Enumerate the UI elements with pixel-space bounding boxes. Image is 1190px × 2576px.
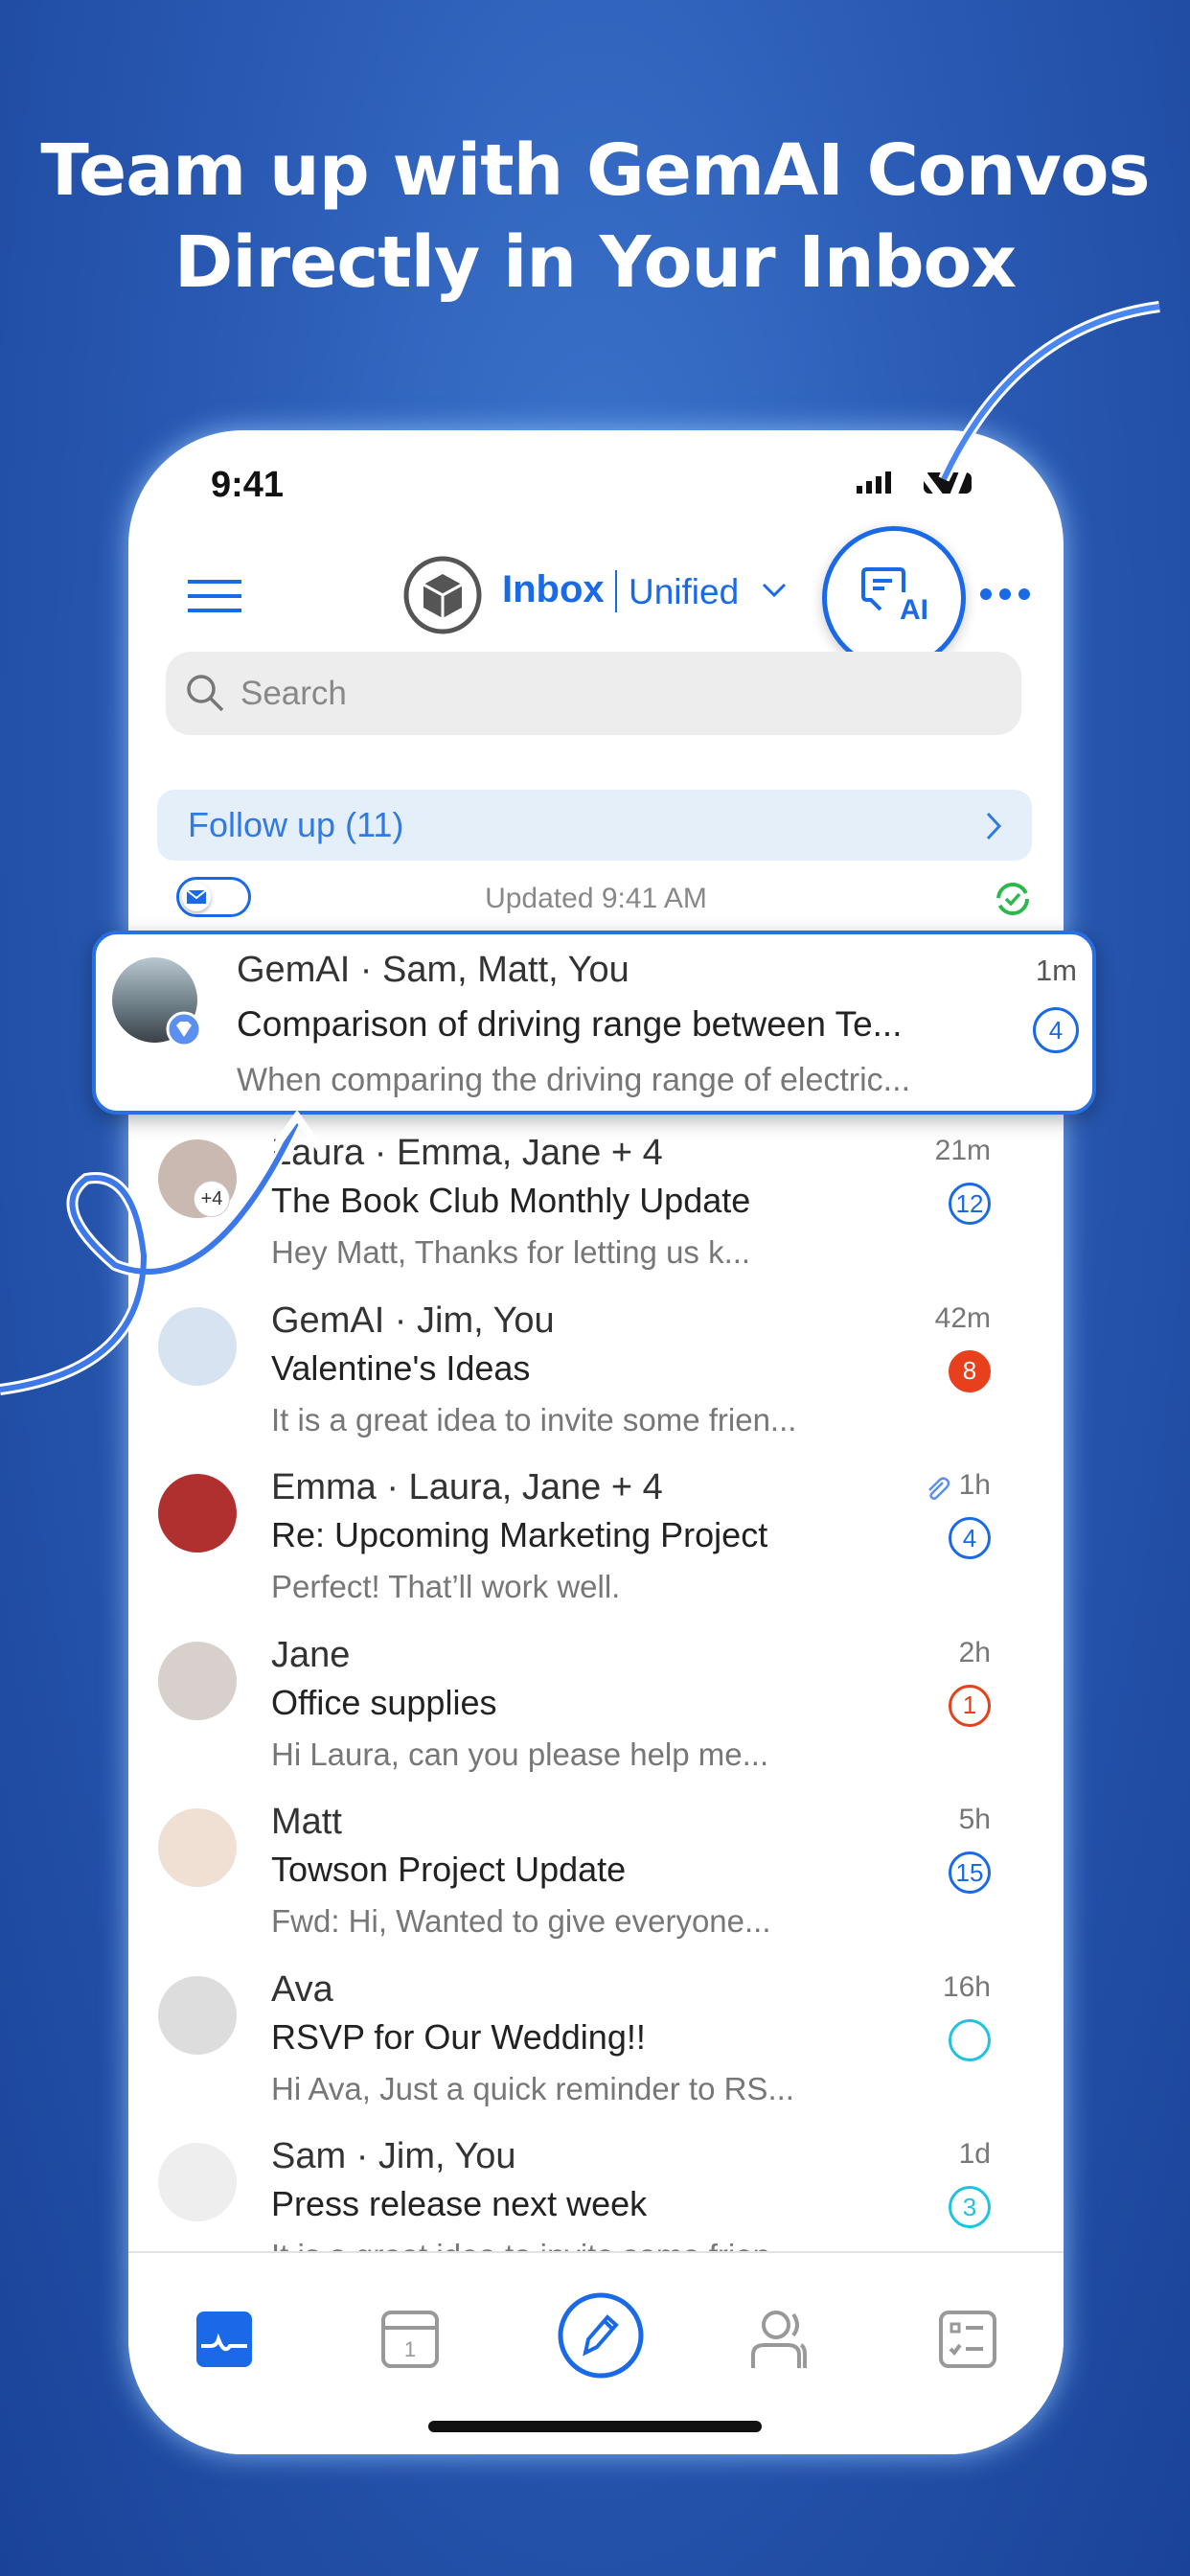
email-time: 5h [958,1804,991,1835]
tab-contacts-icon[interactable] [751,2309,812,2370]
email-sender: Emma · Laura, Jane + 4 [271,1467,663,1507]
email-subject: Office supplies [271,1682,497,1722]
email-preview: Hi Ava, Just a quick reminder to RS... [271,2070,794,2106]
email-sender: Sam · Jim, You [271,2136,516,2176]
email-time: 1d [958,2138,991,2170]
email-subject: RSVP for Our Wedding!! [271,2016,646,2057]
email-sender: Ava [271,1968,333,2010]
email-row[interactable]: Jane Office supplies Hi Laura, can you p… [128,1635,1064,1824]
avatar [158,1975,237,2055]
attachment-icon [928,1477,950,1501]
thread-count-badge: 3 [949,2186,991,2228]
email-sender: Matt [271,1802,342,1842]
avatar [158,1808,237,1887]
email-row[interactable]: Emma · Laura, Jane + 4 Re: Upcoming Mark… [128,1467,1064,1656]
email-sender: Jane [271,1634,351,1675]
thread-count-badge [949,2018,991,2061]
avatar [158,2143,237,2221]
email-preview: Hi Laura, can you please help me... [271,1736,769,1772]
email-time: 1h [958,1469,991,1501]
avatar [158,1474,237,1552]
headline-line-1: Team up with GemAI Convos [40,129,1150,212]
headline: Team up with GemAI Convos Directly in Yo… [0,125,1190,309]
home-indicator[interactable] [428,2421,762,2432]
tab-compose-icon[interactable] [557,2291,645,2380]
email-subject: Press release next week [271,2184,648,2223]
email-subject: Towson Project Update [271,1850,627,1889]
avatar [158,1641,237,1720]
email-time: 2h [958,1636,991,1668]
email-time: 16h [942,1970,991,2003]
email-row[interactable]: Matt Towson Project Update Fwd: Hi, Want… [128,1802,1064,1990]
email-preview: Perfect! That’ll work well. [271,1569,621,1604]
tab-tasks-icon[interactable] [939,2311,996,2368]
tab-mail-icon[interactable] [195,2311,253,2368]
calendar-day: 1 [404,2337,416,2361]
decorative-arrows [0,301,1160,1395]
thread-count-badge: 4 [949,1517,991,1559]
thread-count-badge: 15 [949,1852,991,1894]
thread-count-badge: 1 [949,1684,991,1727]
email-subject: Re: Upcoming Marketing Project [271,1515,768,1554]
email-preview: Fwd: Hi, Wanted to give everyone... [271,1903,771,1939]
tab-calendar-icon[interactable]: 1 [381,2311,439,2368]
email-row[interactable]: Ava RSVP for Our Wedding!! Hi Ava, Just … [128,1969,1064,2158]
